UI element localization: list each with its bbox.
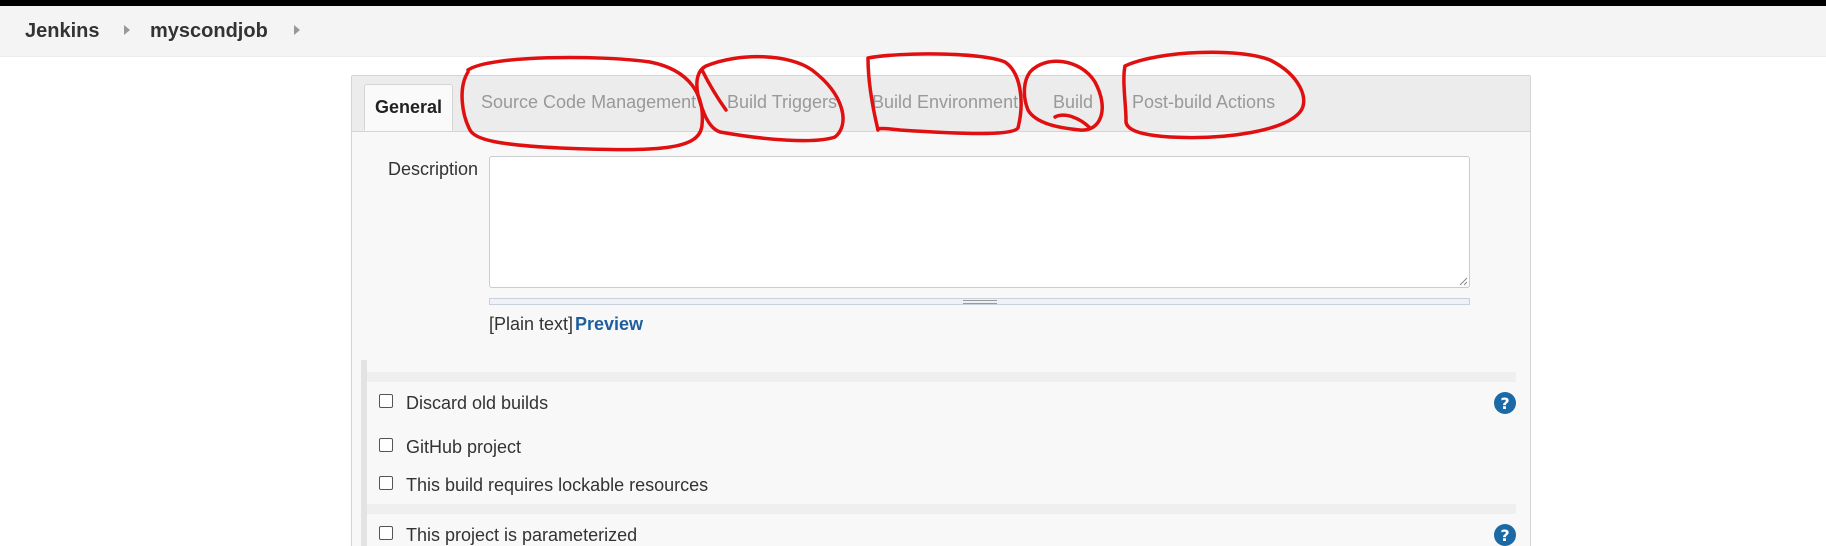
resize-grip-icon[interactable] [1458, 276, 1468, 286]
lockable-resources-label[interactable]: This build requires lockable resources [406, 475, 708, 496]
discard-old-builds-label[interactable]: Discard old builds [406, 393, 548, 414]
lockable-resources-checkbox[interactable] [379, 476, 393, 490]
breadcrumb-chevron-icon[interactable] [294, 25, 300, 35]
tab-build-environment[interactable]: Build Environment [872, 92, 1018, 113]
parameterized-label[interactable]: This project is parameterized [406, 525, 637, 546]
parameterized-checkbox[interactable] [379, 526, 393, 540]
breadcrumb-job[interactable]: myscondjob [150, 20, 268, 43]
section-divider [367, 372, 1516, 382]
plain-text-label: [Plain text] [489, 314, 574, 334]
tab-source-code-management[interactable]: Source Code Management [481, 92, 696, 113]
config-tabbar: General Source Code Management Build Tri… [352, 76, 1530, 132]
options-section [361, 360, 1522, 546]
github-project-checkbox[interactable] [379, 438, 393, 452]
breadcrumb-chevron-icon[interactable] [124, 25, 130, 35]
tab-general[interactable]: General [364, 84, 453, 131]
breadcrumb-jenkins[interactable]: Jenkins [25, 20, 99, 43]
section-divider [367, 504, 1516, 514]
tab-build[interactable]: Build [1053, 92, 1093, 113]
breadcrumb [0, 6, 1826, 57]
tab-build-triggers[interactable]: Build Triggers [727, 92, 837, 113]
discard-old-builds-checkbox[interactable] [379, 394, 393, 408]
preview-link[interactable]: Preview [575, 314, 643, 335]
help-icon[interactable]: ? [1494, 392, 1516, 414]
help-icon[interactable]: ? [1494, 524, 1516, 546]
description-textarea[interactable] [489, 156, 1470, 288]
description-label: Description [388, 159, 479, 179]
tab-post-build-actions[interactable]: Post-build Actions [1132, 92, 1275, 113]
drag-handle-icon[interactable] [963, 300, 997, 304]
github-project-label[interactable]: GitHub project [406, 437, 521, 458]
